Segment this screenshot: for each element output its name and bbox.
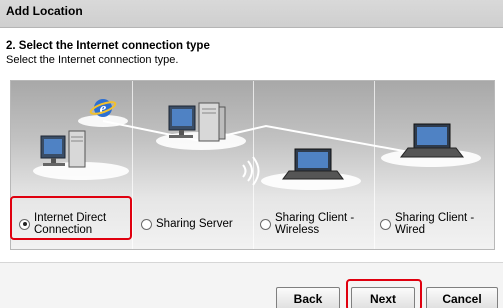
- network-illustration: e: [33, 99, 481, 190]
- step-description: Select the Internet connection type.: [6, 54, 179, 66]
- radio-internet-direct[interactable]: [19, 218, 30, 230]
- option-label: Internet Direct Connection: [34, 212, 107, 236]
- option-sharing-client-wireless[interactable]: Sharing Client - Wireless: [260, 209, 370, 239]
- step-heading: 2. Select the Internet connection type: [6, 40, 210, 52]
- radio-sharing-server[interactable]: [141, 218, 152, 230]
- option-sharing-client-wired[interactable]: Sharing Client - Wired: [380, 209, 490, 239]
- option-sharing-server[interactable]: Sharing Server: [141, 209, 251, 239]
- internet-explorer-icon: e: [89, 99, 117, 117]
- desktop-computer-icon: [40, 130, 86, 168]
- option-label: Sharing Client - Wired: [395, 212, 475, 236]
- option-label: Sharing Server: [156, 218, 233, 230]
- laptop-icon: [399, 123, 465, 158]
- next-button[interactable]: Next: [351, 287, 415, 308]
- radio-sharing-client-wired[interactable]: [380, 218, 391, 230]
- connection-type-panel: e Internet Direct Connection Sharing Ser…: [10, 80, 495, 250]
- laptop-icon: [282, 148, 344, 180]
- wireless-signal-icon: [242, 156, 260, 186]
- title-bar: Add Location: [0, 0, 503, 28]
- back-button[interactable]: Back: [276, 287, 340, 308]
- radio-sharing-client-wireless[interactable]: [260, 218, 271, 230]
- option-internet-direct[interactable]: Internet Direct Connection: [19, 209, 129, 239]
- cancel-button[interactable]: Cancel: [426, 287, 498, 308]
- window-title: Add Location: [6, 4, 83, 18]
- option-label: Sharing Client - Wireless: [275, 212, 355, 236]
